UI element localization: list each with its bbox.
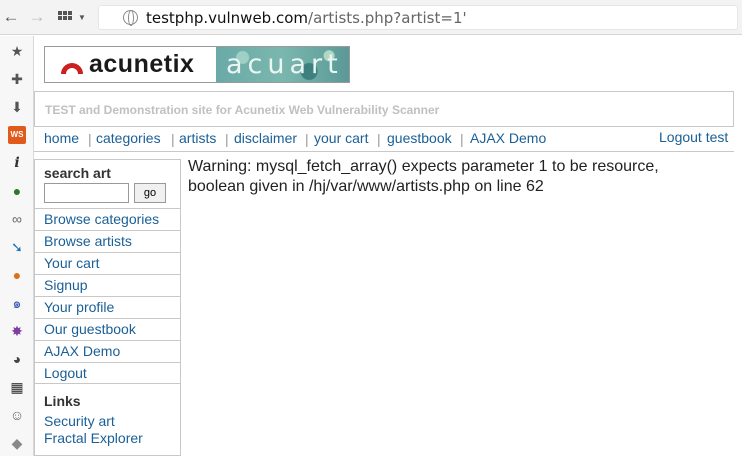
nav-link-guestbook[interactable]: guestbook — [387, 130, 452, 146]
nav-link-ajax-demo[interactable]: AJAX Demo — [470, 130, 546, 146]
site-logo[interactable]: acunetix acuart — [44, 46, 350, 83]
browser-toolbar: ← → ▼ testphp.vulnweb.com/artists.php?ar… — [0, 0, 742, 35]
logo-brand-area: acunetix — [45, 47, 215, 82]
nav-separator: | — [377, 131, 381, 147]
left-sidebar: search art go Browse categories Browse a… — [34, 159, 181, 456]
sidebar-item-ajax-demo[interactable]: AJAX Demo — [35, 340, 180, 362]
palette-icon[interactable]: ◕ — [8, 350, 26, 368]
ws-icon[interactable]: WS — [8, 126, 26, 144]
links-title: Links — [44, 393, 81, 409]
green-orb-icon[interactable]: ● — [8, 182, 26, 200]
logo-product-banner: acuart — [216, 47, 349, 82]
site-tagline: TEST and Demonstration site for Acunetix… — [34, 91, 734, 127]
nav-link-artists[interactable]: artists — [179, 130, 216, 146]
nav-separator: | — [460, 131, 464, 147]
logo-brand-text: acunetix — [89, 50, 195, 78]
url-text[interactable]: testphp.vulnweb.com/artists.php?artist=1… — [146, 9, 467, 27]
glasses-icon[interactable]: ∞ — [8, 210, 26, 228]
url-path: /artists.php?artist=1' — [308, 9, 467, 27]
nav-separator: | — [305, 131, 309, 147]
address-bar[interactable]: testphp.vulnweb.com/artists.php?artist=1… — [98, 5, 738, 30]
search-input[interactable] — [44, 183, 129, 203]
link-security-art[interactable]: Security art — [44, 413, 115, 429]
download-icon[interactable]: ⬇ — [8, 98, 26, 116]
nav-separator: | — [171, 131, 175, 147]
pointer-icon[interactable]: ➘ — [8, 238, 26, 256]
puzzle-icon[interactable]: ✚ — [8, 70, 26, 88]
layout-icon[interactable]: ▦ — [8, 378, 26, 396]
tagline-text: TEST and Demonstration site for Acunetix… — [45, 103, 440, 117]
sidebar-menu: Browse categories Browse artists Your ca… — [35, 208, 180, 384]
back-arrow-icon[interactable]: ← — [2, 8, 20, 26]
go-button[interactable]: go — [134, 183, 166, 203]
sidebar-item-your-cart[interactable]: Your cart — [35, 252, 180, 274]
globe-icon — [123, 10, 138, 26]
nav-separator: | — [88, 131, 92, 147]
sidebar-item-logout[interactable]: Logout — [35, 362, 180, 384]
php-warning-message: Warning: mysql_fetch_array() expects par… — [188, 158, 659, 195]
nav-link-your-cart[interactable]: your cart — [314, 130, 368, 146]
url-host: testphp.vulnweb.com — [146, 9, 309, 27]
chevron-down-icon: ▼ — [78, 13, 86, 22]
robot-icon[interactable]: ☺ — [8, 406, 26, 424]
sidebar-item-our-guestbook[interactable]: Our guestbook — [35, 318, 180, 340]
apps-grid-icon[interactable]: ▼ — [58, 10, 86, 24]
nav-link-disclaimer[interactable]: disclaimer — [234, 130, 297, 146]
info-icon[interactable]: i — [8, 154, 26, 172]
forward-arrow-icon[interactable]: → — [28, 8, 46, 26]
nav-separator: | — [225, 131, 229, 147]
sidebar-item-browse-artists[interactable]: Browse artists — [35, 230, 180, 252]
link-fractal-explorer[interactable]: Fractal Explorer — [44, 430, 143, 446]
sidebar-item-your-profile[interactable]: Your profile — [35, 296, 180, 318]
star-icon[interactable]: ★ — [8, 42, 26, 60]
sidebar-item-browse-categories[interactable]: Browse categories — [35, 208, 180, 230]
sidebar-extension-strip: ★ ✚ ⬇ WS i ● ∞ ➘ ● ๑ ✸ ◕ ▦ ☺ ◆ — [0, 36, 34, 456]
spiky-icon[interactable]: ✸ — [8, 322, 26, 340]
swirl-icon[interactable]: ๑ — [8, 294, 26, 312]
logo-product-text: acuart — [226, 49, 343, 80]
nav-link-categories[interactable]: categories — [96, 130, 161, 146]
sidebar-item-signup[interactable]: Signup — [35, 274, 180, 296]
acunetix-mark-icon — [61, 63, 83, 74]
flame-icon[interactable]: ● — [8, 266, 26, 284]
nav-link-home[interactable]: home — [44, 130, 79, 146]
tag-icon[interactable]: ◆ — [8, 434, 26, 452]
logout-link[interactable]: Logout test — [659, 129, 728, 145]
search-title: search art — [44, 165, 111, 181]
top-navigation: home | categories | artists | disclaimer… — [34, 128, 734, 152]
